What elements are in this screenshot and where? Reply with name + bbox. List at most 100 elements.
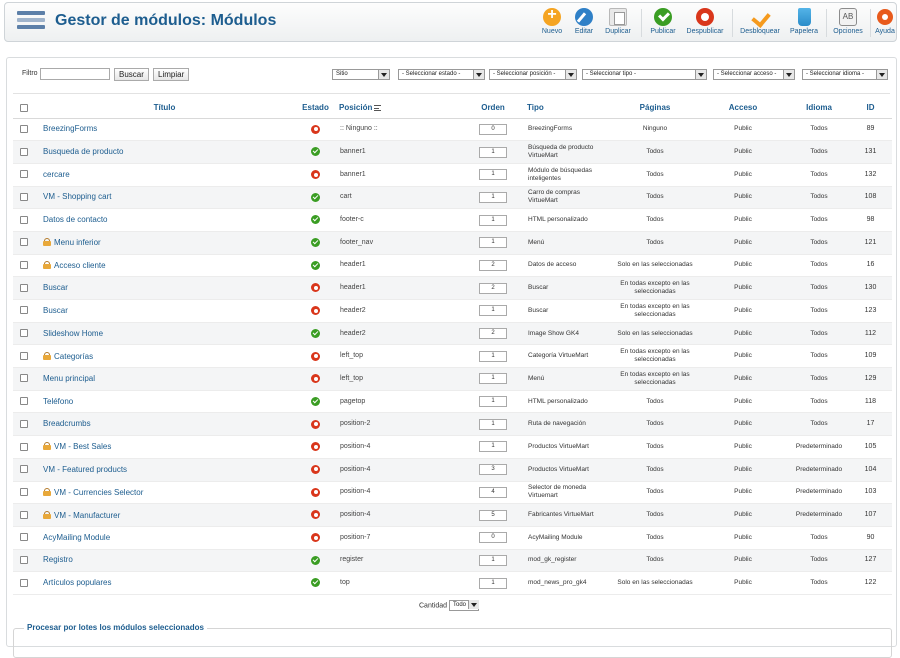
row-checkbox[interactable] — [20, 397, 28, 406]
lock-icon[interactable] — [43, 260, 51, 269]
state-select[interactable]: - Seleccionar estado - — [398, 69, 485, 80]
col-title[interactable]: Título — [35, 98, 294, 119]
module-title-link[interactable]: Breadcrumbs — [43, 419, 91, 428]
row-checkbox[interactable] — [20, 351, 28, 360]
module-title-link[interactable]: VM - Manufacturer — [54, 511, 120, 520]
order-input[interactable]: 1 — [479, 305, 507, 317]
row-checkbox[interactable] — [20, 215, 28, 224]
row-checkbox[interactable] — [20, 510, 28, 519]
copy-button[interactable]: Duplicar — [602, 6, 634, 40]
published-icon[interactable] — [311, 260, 320, 270]
position-select[interactable]: - Seleccionar posición - — [489, 69, 577, 80]
order-input[interactable]: 1 — [479, 577, 507, 589]
order-input[interactable]: 1 — [479, 441, 507, 453]
col-id[interactable]: ID — [849, 98, 892, 119]
module-title-link[interactable]: VM - Currencies Selector — [54, 488, 143, 497]
module-title-link[interactable]: VM - Shopping cart — [43, 192, 111, 201]
unpublished-icon[interactable] — [311, 306, 320, 316]
access-select[interactable]: - Seleccionar acceso - — [713, 69, 795, 80]
module-title-link[interactable]: Acceso cliente — [54, 261, 106, 270]
col-pages[interactable]: Páginas — [613, 98, 697, 119]
row-checkbox[interactable] — [20, 487, 28, 496]
module-title-link[interactable]: AcyMailing Module — [43, 533, 110, 542]
order-input[interactable]: 1 — [479, 418, 507, 430]
order-input[interactable]: 0 — [479, 532, 507, 544]
col-order[interactable]: Orden — [461, 98, 525, 119]
row-checkbox[interactable] — [20, 329, 28, 338]
col-access[interactable]: Acceso — [697, 98, 789, 119]
row-checkbox[interactable] — [20, 465, 28, 474]
order-input[interactable]: 1 — [479, 396, 507, 408]
col-type[interactable]: Tipo — [525, 98, 613, 119]
row-checkbox[interactable] — [20, 306, 28, 315]
row-checkbox[interactable] — [20, 555, 28, 564]
row-checkbox[interactable] — [20, 192, 28, 201]
list-limit-select[interactable]: Todo — [448, 600, 479, 611]
row-checkbox[interactable] — [20, 533, 28, 542]
order-input[interactable]: 1 — [479, 214, 507, 226]
row-checkbox[interactable] — [20, 283, 28, 292]
order-input[interactable]: 3 — [479, 464, 507, 476]
row-checkbox[interactable] — [20, 419, 28, 428]
lock-icon[interactable] — [43, 238, 51, 247]
published-icon[interactable] — [311, 238, 320, 248]
order-input[interactable]: 0 — [479, 123, 507, 135]
unpublished-icon[interactable] — [311, 170, 320, 180]
client-select[interactable]: Sitio — [332, 69, 390, 80]
new-button[interactable]: Nuevo — [538, 6, 566, 40]
lock-icon[interactable] — [43, 351, 51, 360]
order-input[interactable]: 1 — [479, 350, 507, 362]
module-title-link[interactable]: Buscar — [43, 306, 68, 315]
published-icon[interactable] — [311, 192, 320, 202]
lock-icon[interactable] — [43, 487, 51, 496]
checkin-button[interactable]: Desbloquear — [736, 6, 784, 40]
search-input[interactable] — [40, 68, 110, 80]
unpublished-icon[interactable] — [311, 442, 320, 452]
type-select[interactable]: - Seleccionar tipo - — [582, 69, 707, 80]
publish-button[interactable]: Publicar — [646, 6, 680, 40]
published-icon[interactable] — [311, 328, 320, 338]
module-title-link[interactable]: Artículos populares — [43, 578, 111, 587]
row-checkbox[interactable] — [20, 124, 28, 133]
select-all-checkbox[interactable] — [20, 104, 28, 113]
module-title-link[interactable]: VM - Featured products — [43, 465, 127, 474]
options-button[interactable]: Opciones — [830, 6, 866, 40]
unpublish-button[interactable]: Despublicar — [682, 6, 728, 40]
module-title-link[interactable]: Buscar — [43, 283, 68, 292]
unpublished-icon[interactable] — [311, 487, 320, 497]
module-title-link[interactable]: Teléfono — [43, 397, 73, 406]
published-icon[interactable] — [311, 578, 320, 588]
module-title-link[interactable]: Menu principal — [43, 374, 95, 383]
row-checkbox[interactable] — [20, 578, 28, 587]
module-title-link[interactable]: cercare — [43, 170, 70, 179]
lock-icon[interactable] — [43, 510, 51, 519]
order-input[interactable]: 4 — [479, 486, 507, 498]
unpublished-icon[interactable] — [311, 464, 320, 474]
order-input[interactable]: 1 — [479, 373, 507, 385]
order-input[interactable]: 1 — [479, 191, 507, 203]
module-title-link[interactable]: Categorías — [54, 352, 93, 361]
module-title-link[interactable]: Slideshow Home — [43, 329, 103, 338]
published-icon[interactable] — [311, 396, 320, 406]
published-icon[interactable] — [311, 147, 320, 157]
edit-button[interactable]: Editar — [571, 6, 597, 40]
module-title-link[interactable]: Menu inferior — [54, 238, 101, 247]
module-title-link[interactable]: Registro — [43, 555, 73, 564]
unpublished-icon[interactable] — [311, 374, 320, 384]
search-button[interactable]: Buscar — [114, 68, 149, 81]
row-checkbox[interactable] — [20, 374, 28, 383]
order-input[interactable]: 1 — [479, 237, 507, 249]
clear-button[interactable]: Limpiar — [153, 68, 190, 81]
col-language[interactable]: Idioma — [789, 98, 849, 119]
module-title-link[interactable]: VM - Best Sales — [54, 442, 111, 451]
published-icon[interactable] — [311, 215, 320, 225]
help-button[interactable]: Ayuda — [874, 6, 896, 40]
order-input[interactable]: 2 — [479, 328, 507, 340]
row-checkbox[interactable] — [20, 261, 28, 270]
unpublished-icon[interactable] — [311, 124, 320, 134]
published-icon[interactable] — [311, 555, 320, 565]
order-input[interactable]: 2 — [479, 259, 507, 271]
unpublished-icon[interactable] — [311, 533, 320, 543]
col-position[interactable]: Posición — [337, 98, 461, 119]
module-title-link[interactable]: BreezingForms — [43, 124, 97, 133]
